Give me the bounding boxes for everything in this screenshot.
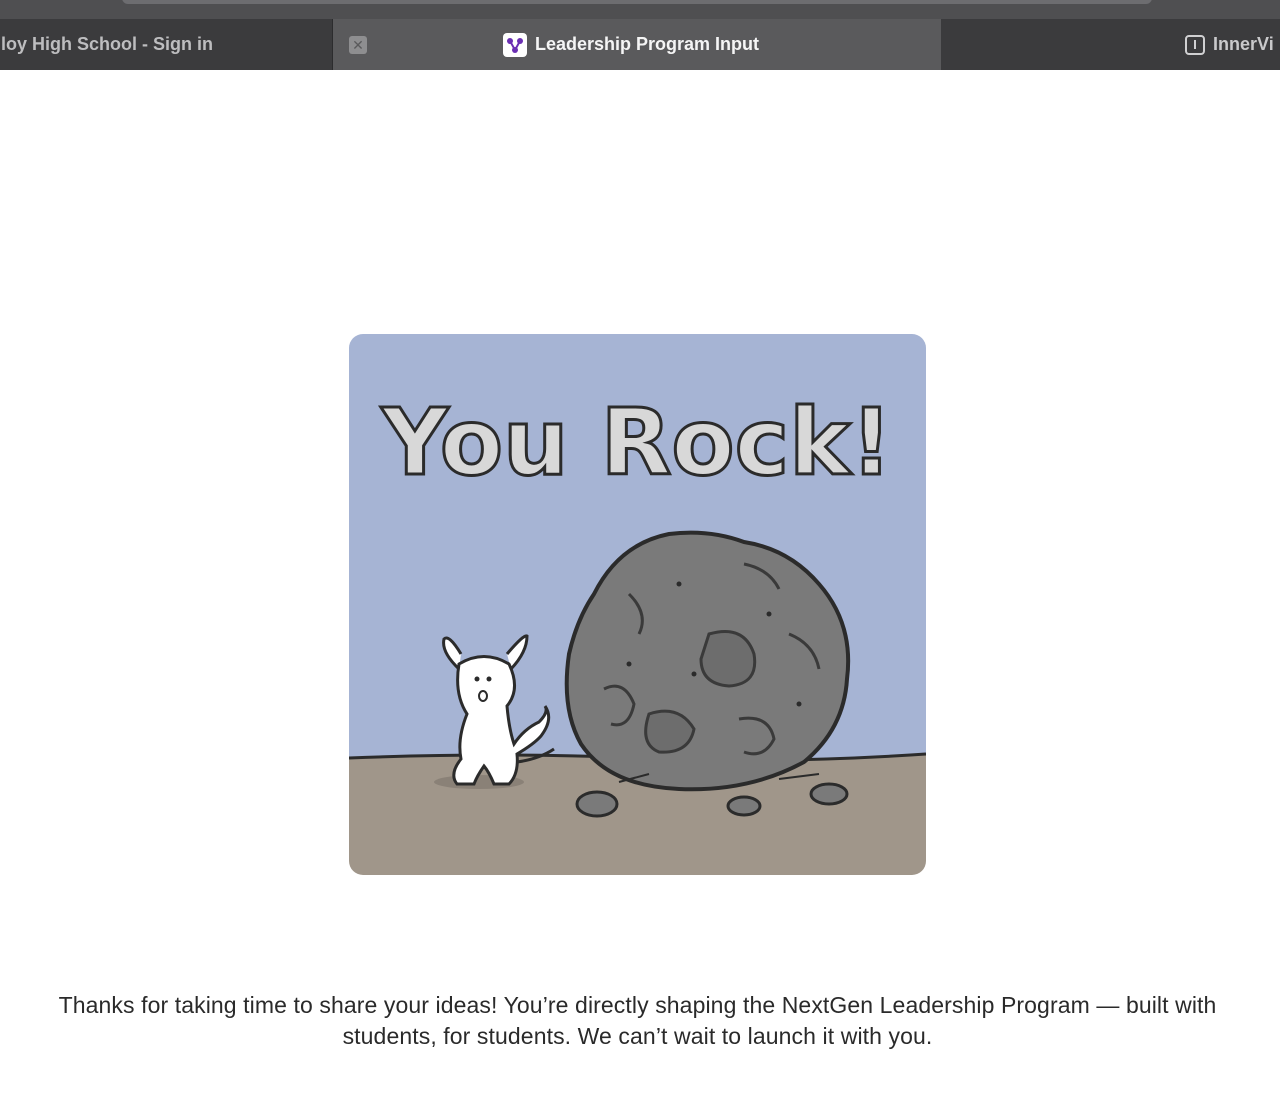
page-content: You Rock! Thanks for taking time to shar…: [0, 70, 1280, 1110]
tab-leadership-program-input[interactable]: ✕ Leadership Program Input: [333, 19, 941, 70]
tab-innerview[interactable]: InnerVi: [941, 19, 1280, 70]
close-icon[interactable]: ✕: [349, 36, 367, 54]
tab-title: lloy High School - Sign in: [0, 34, 213, 54]
innerview-favicon-icon: [1185, 34, 1205, 55]
you-rock-illustration: You Rock!: [349, 334, 926, 875]
tab-label-group: InnerVi: [1185, 19, 1274, 70]
tab-label-group: Leadership Program Input: [503, 19, 759, 70]
tab-bar: lloy High School - Sign in ✕ Leadership …: [0, 19, 1280, 70]
address-bar[interactable]: [122, 0, 1152, 4]
window-top-strip: [0, 0, 1280, 19]
you-rock-lettering: You Rock!: [381, 389, 893, 496]
tab-sign-in[interactable]: lloy High School - Sign in: [0, 19, 333, 70]
app-favicon-icon: [503, 32, 527, 57]
tab-title: InnerVi: [1213, 34, 1274, 54]
thank-you-message: Thanks for taking time to share your ide…: [58, 992, 1217, 1049]
tab-title: Leadership Program Input: [535, 34, 760, 54]
